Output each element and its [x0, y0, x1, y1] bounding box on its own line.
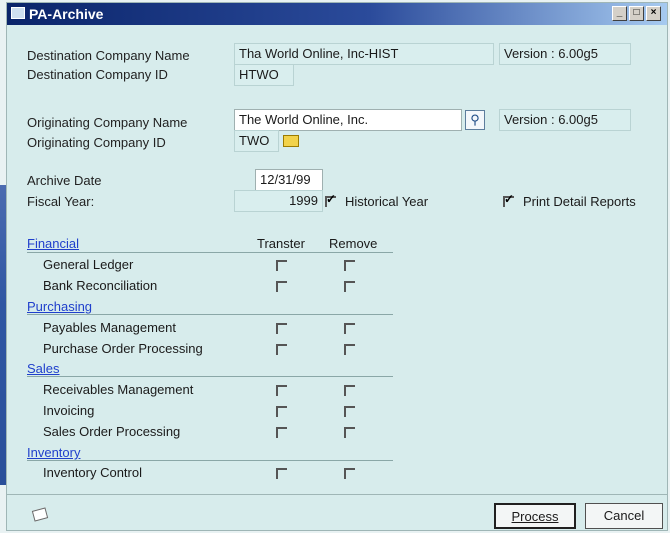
originating-version: Version : 6.00g5: [499, 109, 631, 131]
lookup-icon[interactable]: ⚲: [465, 110, 485, 130]
archive-date-label: Archive Date: [27, 173, 102, 188]
remove-checkbox[interactable]: [344, 406, 355, 417]
transfer-checkbox[interactable]: [276, 344, 287, 355]
transfer-checkbox[interactable]: [276, 281, 287, 292]
divider: [27, 376, 393, 377]
note-icon[interactable]: [31, 507, 49, 522]
section-purchasing-link[interactable]: Purchasing: [27, 299, 92, 314]
maximize-icon[interactable]: □: [629, 6, 644, 21]
historical-year-checkbox[interactable]: [325, 192, 336, 207]
fiscal-year-field: 1999: [234, 190, 323, 212]
button-bar-divider: [7, 494, 667, 495]
destination-company-id-label: Destination Company ID: [27, 67, 168, 82]
historical-year-label: Historical Year: [345, 194, 429, 209]
window-icon: [11, 7, 25, 19]
originating-company-name-field[interactable]: The World Online, Inc.: [234, 109, 462, 131]
remove-checkbox[interactable]: [344, 260, 355, 271]
transfer-checkbox[interactable]: [276, 427, 287, 438]
divider: [27, 314, 393, 315]
transfer-checkbox[interactable]: [276, 385, 287, 396]
fiscal-year-label: Fiscal Year:: [27, 194, 95, 209]
cancel-button[interactable]: Cancel: [585, 503, 663, 529]
destination-version: Version : 6.00g5: [499, 43, 631, 65]
destination-company-id-field: HTWO: [234, 64, 294, 86]
destination-company-name-label: Destination Company Name: [27, 48, 190, 63]
transfer-column-header: Transter: [257, 236, 305, 251]
originating-company-id-field: TWO: [234, 130, 279, 152]
transfer-checkbox[interactable]: [276, 260, 287, 271]
pa-archive-window: PA-Archive _ □ × Destination Company Nam…: [6, 2, 668, 531]
remove-checkbox[interactable]: [344, 344, 355, 355]
originating-company-id-label: Originating Company ID: [27, 135, 166, 150]
title-bar-buttons: _ □ ×: [612, 6, 661, 21]
divider: [27, 460, 393, 461]
row-bank-reconciliation-label: Bank Reconciliation: [43, 278, 158, 293]
row-receivables-management-label: Receivables Management: [43, 382, 194, 397]
close-icon[interactable]: ×: [646, 6, 661, 21]
transfer-checkbox[interactable]: [276, 323, 287, 334]
remove-checkbox[interactable]: [344, 385, 355, 396]
row-general-ledger-label: General Ledger: [43, 257, 134, 272]
folder-icon[interactable]: [283, 135, 299, 147]
minimize-icon[interactable]: _: [612, 6, 627, 21]
print-detail-reports-checkbox[interactable]: [503, 192, 514, 207]
section-sales-link[interactable]: Sales: [27, 361, 60, 376]
row-invoicing-label: Invoicing: [43, 403, 95, 418]
originating-company-name-label: Originating Company Name: [27, 115, 188, 130]
row-inventory-control-label: Inventory Control: [43, 465, 142, 480]
row-sales-order-processing-label: Sales Order Processing: [43, 424, 181, 439]
window-title: PA-Archive: [29, 6, 104, 22]
remove-checkbox[interactable]: [344, 468, 355, 479]
destination-company-name-field: Tha World Online, Inc-HIST: [234, 43, 494, 65]
remove-column-header: Remove: [329, 236, 378, 251]
transfer-checkbox[interactable]: [276, 406, 287, 417]
archive-date-field[interactable]: 12/31/99: [255, 169, 323, 191]
section-financial-link[interactable]: Financial: [27, 236, 79, 251]
remove-checkbox[interactable]: [344, 323, 355, 334]
transfer-checkbox[interactable]: [276, 468, 287, 479]
title-bar[interactable]: PA-Archive _ □ ×: [7, 3, 667, 25]
row-purchase-order-processing-label: Purchase Order Processing: [43, 341, 203, 356]
divider: [27, 252, 393, 253]
remove-checkbox[interactable]: [344, 427, 355, 438]
row-payables-management-label: Payables Management: [43, 320, 176, 335]
print-detail-reports-label: Print Detail Reports: [523, 194, 636, 209]
remove-checkbox[interactable]: [344, 281, 355, 292]
section-inventory-link[interactable]: Inventory: [27, 445, 80, 460]
process-button[interactable]: Process: [494, 503, 576, 529]
process-button-label: Process: [511, 509, 559, 524]
